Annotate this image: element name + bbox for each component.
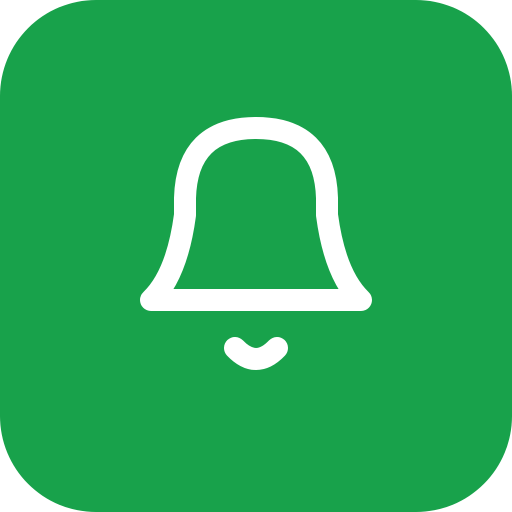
- bell-body-outline: [140, 117, 372, 311]
- bell-icon: [140, 117, 372, 370]
- app-icon-tile[interactable]: [0, 0, 512, 512]
- bell-clapper: [224, 337, 288, 370]
